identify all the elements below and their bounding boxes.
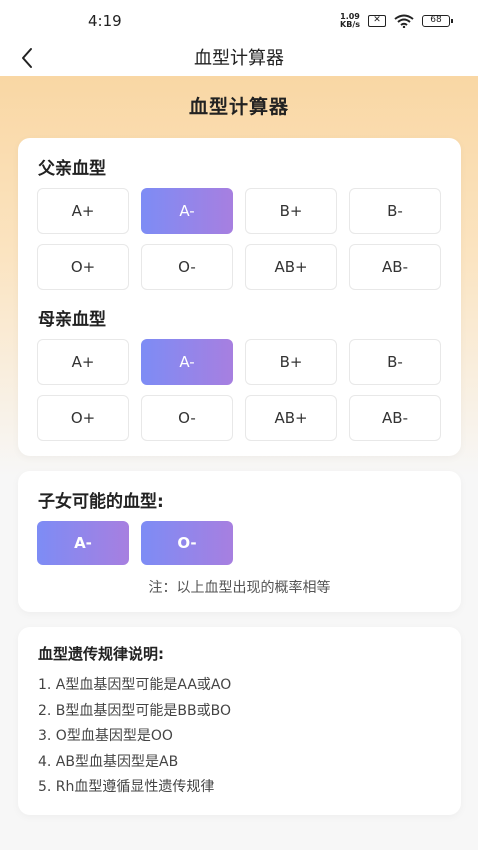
father-option-button[interactable]: A+ (37, 188, 129, 234)
rule-item: 4. AB型血基因型是AB (38, 753, 179, 770)
father-option-button[interactable]: B- (349, 188, 441, 234)
father-option-button[interactable]: O+ (37, 244, 129, 290)
no-sim-icon: ✕ (368, 15, 386, 27)
children-card: 子女可能的血型: A- O- 注：以上血型出现的概率相等 (18, 471, 461, 612)
page-title: 血型计算器 (188, 96, 289, 118)
rules-title: 血型遗传规律说明: (38, 645, 164, 663)
network-speed-unit: KB/s (340, 20, 360, 29)
network-speed: 1.09 KB/s (340, 13, 360, 29)
rules-card: 血型遗传规律说明: 1. A型血基因型可能是AA或AO 2. B型血基因型可能是B… (18, 627, 461, 815)
rule-item: 2. B型血基因型可能是BB或BO (38, 702, 231, 719)
status-icons: 1.09 KB/s ✕ 68 (340, 13, 453, 29)
father-label: 父亲血型 (38, 159, 106, 179)
child-blood-type-chip: A- (37, 521, 129, 565)
mother-option-button[interactable]: O+ (37, 395, 129, 441)
father-option-button[interactable]: AB- (349, 244, 441, 290)
status-time: 4:19 (88, 12, 122, 30)
rules-list: 1. A型血基因型可能是AA或AO 2. B型血基因型可能是BB或BO 3. O型血… (38, 673, 231, 801)
mother-option-button[interactable]: AB- (349, 395, 441, 441)
father-option-button[interactable]: O- (141, 244, 233, 290)
father-options: A+ A- B+ B- O+ O- AB+ AB- (37, 188, 441, 290)
mother-option-button[interactable]: A+ (37, 339, 129, 385)
battery-icon: 68 (422, 15, 453, 27)
mother-option-button[interactable]: O- (141, 395, 233, 441)
father-option-button[interactable]: B+ (245, 188, 337, 234)
rule-item: 3. O型血基因型是OO (38, 728, 173, 744)
wifi-icon (394, 14, 414, 28)
status-bar: 4:19 1.09 KB/s ✕ 68 (0, 0, 478, 40)
mother-option-button[interactable]: A- (141, 339, 233, 385)
probability-note: 注：以上血型出现的概率相等 (148, 580, 331, 596)
child-blood-type-chip: O- (141, 521, 233, 565)
mother-label: 母亲血型 (38, 310, 106, 330)
father-option-button[interactable]: AB+ (245, 244, 337, 290)
nav-bar: 血型计算器 (0, 40, 478, 76)
children-label: 子女可能的血型: (38, 492, 164, 512)
rule-item: 1. A型血基因型可能是AA或AO (38, 677, 232, 693)
parents-card: 父亲血型 A+ A- B+ B- O+ O- AB+ AB- 母亲血型 A+ A- B+ B- O+ O… (18, 138, 461, 456)
mother-option-button[interactable]: B+ (245, 339, 337, 385)
rule-item: 5. Rh血型遵循显性遗传规律 (38, 779, 215, 795)
nav-title: 血型计算器 (194, 48, 284, 69)
mother-option-button[interactable]: AB+ (245, 395, 337, 441)
mother-options: A+ A- B+ B- O+ O- AB+ AB- (37, 339, 441, 441)
battery-level: 68 (430, 15, 442, 25)
father-option-button[interactable]: A- (141, 188, 233, 234)
children-results: A- O- (37, 521, 233, 565)
mother-option-button[interactable]: B- (349, 339, 441, 385)
